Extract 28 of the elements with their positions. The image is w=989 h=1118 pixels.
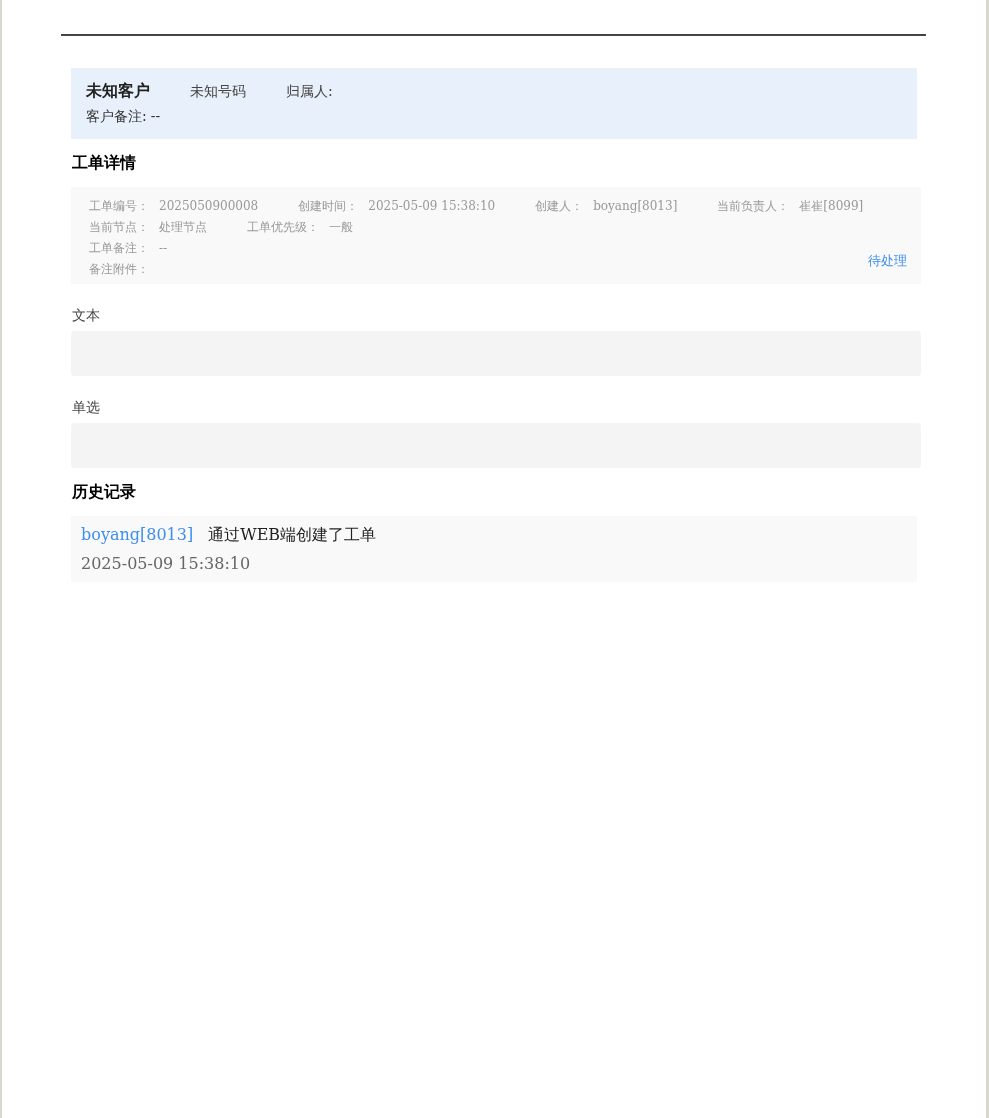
field-label: 工单优先级：: [247, 219, 319, 236]
field-value: --: [159, 240, 168, 257]
field-label: 当前节点：: [89, 219, 149, 236]
field-value: 一般: [329, 219, 353, 236]
field-value: 处理节点: [159, 219, 207, 236]
field-value: 崔崔[8099]: [799, 198, 864, 215]
field-label: 文本: [72, 307, 101, 325]
field-label: 单选: [72, 399, 101, 417]
section-title: 历史记录: [72, 482, 137, 503]
customer-name: 未知客户: [86, 81, 150, 102]
history-action: 通过WEB端创建了工单: [208, 524, 377, 546]
field-label: 工单编号：: [89, 198, 149, 215]
owner-label: 归属人:: [286, 83, 333, 101]
field-label: 创建时间：: [298, 198, 359, 215]
field-label: 备注附件：: [89, 261, 149, 278]
customer-phone: 未知号码: [190, 83, 246, 101]
user-link[interactable]: boyang[8013]: [81, 520, 194, 550]
section-title: 工单详情: [72, 153, 137, 174]
field-label: 当前负责人：: [717, 198, 790, 215]
remark-label: 客户备注:: [86, 108, 147, 126]
status-link[interactable]: 待处理: [868, 252, 907, 270]
remark-value: --: [150, 108, 161, 126]
field-value: 2025-05-09 15:38:10: [368, 198, 496, 215]
field-label: 工单备注：: [89, 240, 149, 257]
field-value: 2025050900008: [159, 198, 259, 215]
history-time: 2025-05-09 15:38:10: [81, 553, 252, 575]
field-label: 创建人：: [535, 198, 584, 215]
field-value: boyang[8013]: [593, 198, 678, 215]
